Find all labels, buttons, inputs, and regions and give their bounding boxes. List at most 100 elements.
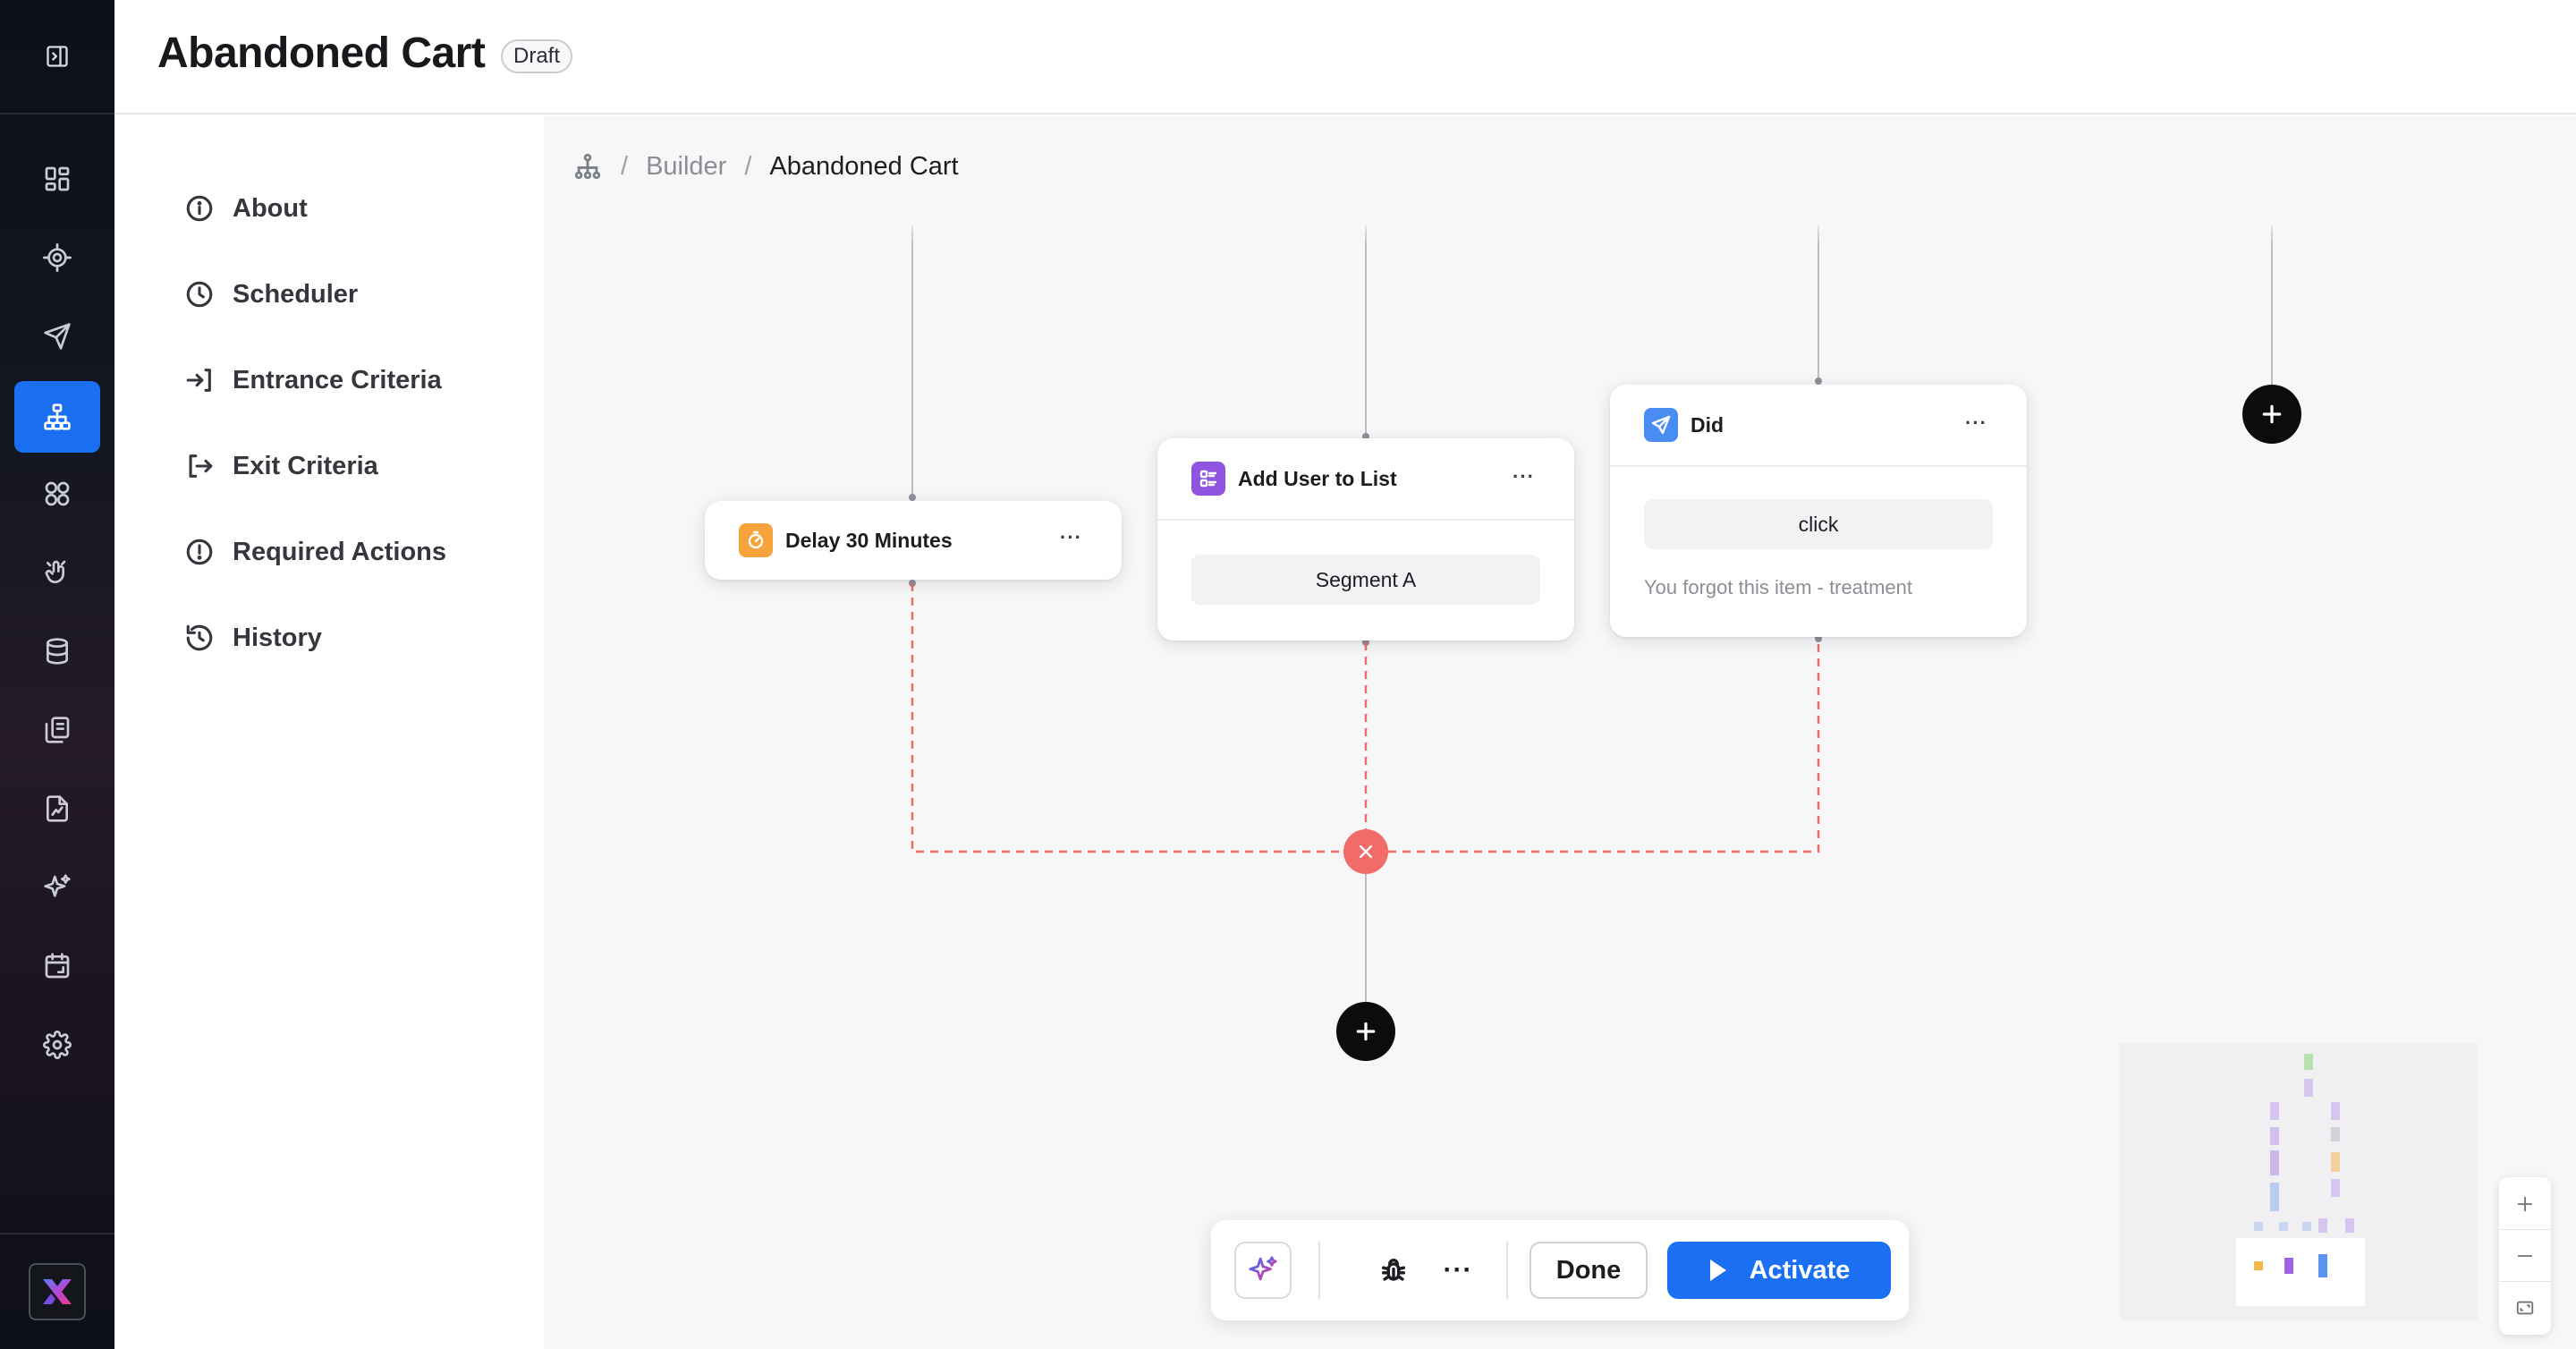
minimap-node — [2270, 1127, 2279, 1145]
fit-view-icon — [2516, 1301, 2534, 1315]
page-header: Abandoned Cart Draft — [114, 0, 2576, 115]
reports-icon — [47, 795, 68, 822]
ai-sparkle-icon — [44, 874, 71, 897]
ai-assistant-button[interactable] — [1234, 1242, 1292, 1299]
node-icon-badge — [1191, 462, 1225, 496]
minimap-node — [2270, 1102, 2279, 1120]
menu-item-label: Scheduler — [233, 279, 359, 309]
node-more-button[interactable]: ··· — [1060, 526, 1082, 549]
node-header: Did — [1644, 385, 1724, 465]
minimap-node — [2331, 1127, 2340, 1141]
rail-item-ai[interactable] — [14, 852, 100, 923]
exit-icon — [189, 454, 213, 478]
menu-item-required-actions[interactable]: Required Actions — [184, 530, 446, 574]
minimap-node — [2254, 1222, 2263, 1231]
done-button[interactable]: Done — [1530, 1242, 1648, 1299]
add-step-button-bottom[interactable] — [1336, 1002, 1395, 1061]
entrance-icon — [186, 369, 211, 392]
minimap-viewport[interactable] — [2236, 1238, 2365, 1306]
minimap-node — [2270, 1183, 2279, 1211]
menu-item-label: Required Actions — [233, 537, 447, 566]
calendar-icon — [45, 953, 70, 979]
node-did[interactable]: Did ··· click You forgot this item - tre… — [1610, 385, 2027, 637]
minimap-node — [2254, 1261, 2263, 1270]
rail-item-settings[interactable] — [14, 1009, 100, 1081]
menu-item-label: Exit Criteria — [233, 451, 378, 480]
zoom-in-button[interactable] — [2499, 1179, 2551, 1229]
node-more-button[interactable]: ··· — [1513, 465, 1535, 488]
minimap-node — [2284, 1258, 2293, 1274]
play-icon — [1709, 1260, 1726, 1281]
menu-item-label: History — [233, 623, 322, 652]
remove-connection-button[interactable] — [1343, 829, 1388, 874]
node-add-user-to-list[interactable]: Add User to List ··· Segment A — [1157, 438, 1574, 641]
page-title: Abandoned Cart — [157, 30, 486, 77]
menu-item-label: About — [233, 193, 308, 223]
settings-icon — [43, 1031, 72, 1059]
node-title: Did — [1690, 412, 1724, 437]
rail-item-calendar[interactable] — [14, 930, 100, 1002]
clock-icon — [186, 281, 213, 308]
add-step-button[interactable] — [2242, 385, 2301, 444]
activate-label: Activate — [1749, 1255, 1851, 1285]
brand-logo-icon — [43, 1279, 72, 1304]
database-icon — [47, 638, 68, 665]
journeys-icon — [44, 403, 71, 430]
minimap-node — [2304, 1054, 2313, 1070]
minimap-node — [2279, 1222, 2288, 1231]
rail-item-triggers[interactable] — [14, 537, 100, 608]
plus-icon — [2262, 404, 2282, 424]
menu-item-about[interactable]: About — [184, 186, 308, 231]
bug-icon — [1381, 1258, 1406, 1281]
rail-item-templates[interactable] — [14, 694, 100, 766]
rail-item-campaigns[interactable] — [14, 301, 100, 372]
timer-icon — [748, 530, 764, 549]
history-icon — [186, 624, 213, 651]
menu-item-history[interactable]: History — [184, 615, 322, 660]
rail-item-dashboard[interactable] — [14, 143, 100, 215]
minimap[interactable] — [2120, 1043, 2478, 1320]
journey-settings-menu: About Scheduler Entrance Criteria Exit C… — [114, 116, 544, 1349]
menu-item-scheduler[interactable]: Scheduler — [184, 272, 358, 317]
rail-item-reports[interactable] — [14, 773, 100, 844]
node-header: Add User to List — [1191, 438, 1397, 519]
node-more-button[interactable]: ··· — [1965, 411, 1987, 435]
menu-item-label: Entrance Criteria — [233, 365, 442, 395]
rail-item-target[interactable] — [14, 222, 100, 293]
alert-icon — [186, 539, 213, 565]
node-warning-note: You forgot this item - treatment — [1644, 576, 1912, 598]
zoom-controls — [2499, 1177, 2551, 1335]
icon-rail — [0, 0, 114, 1349]
rail-item-data[interactable] — [14, 615, 100, 687]
ai-sparkle-icon — [1249, 1256, 1277, 1281]
rail-header — [0, 0, 114, 115]
node-event-value: click — [1644, 499, 1993, 549]
node-delay[interactable]: Delay 30 Minutes ··· — [705, 501, 1122, 580]
node-segment-value: Segment A — [1191, 555, 1540, 605]
menu-item-entrance-criteria[interactable]: Entrance Criteria — [184, 358, 442, 403]
rail-item-journeys[interactable] — [14, 381, 100, 453]
node-title: Add User to List — [1238, 466, 1397, 490]
node-divider — [1157, 519, 1574, 521]
minimap-node — [2331, 1102, 2340, 1120]
sidebar-toggle-icon[interactable] — [45, 44, 70, 69]
activate-button[interactable]: Activate — [1667, 1242, 1891, 1299]
menu-item-exit-criteria[interactable]: Exit Criteria — [184, 444, 378, 488]
minimap-node — [2302, 1222, 2311, 1231]
brand-logo[interactable] — [29, 1263, 86, 1320]
minimap-node — [2304, 1079, 2313, 1097]
zoom-out-button[interactable] — [2499, 1231, 2551, 1281]
more-options-button[interactable]: ··· — [1435, 1247, 1481, 1294]
minimap-node — [2318, 1218, 2327, 1233]
minimap-node — [2270, 1150, 2279, 1175]
fit-view-button[interactable] — [2499, 1283, 2551, 1333]
journey-canvas[interactable]: / Builder / Abandoned Cart Delay 30 Minu… — [544, 116, 2576, 1349]
debug-button[interactable] — [1370, 1247, 1417, 1294]
list-icon — [1199, 470, 1217, 488]
node-icon-badge — [1644, 408, 1678, 442]
target-icon — [43, 243, 72, 272]
rail-item-segments[interactable] — [14, 458, 100, 530]
node-title: Delay 30 Minutes — [785, 528, 953, 552]
journey-toolbar: ··· Done Activate — [1211, 1220, 1909, 1320]
info-icon — [186, 195, 213, 222]
